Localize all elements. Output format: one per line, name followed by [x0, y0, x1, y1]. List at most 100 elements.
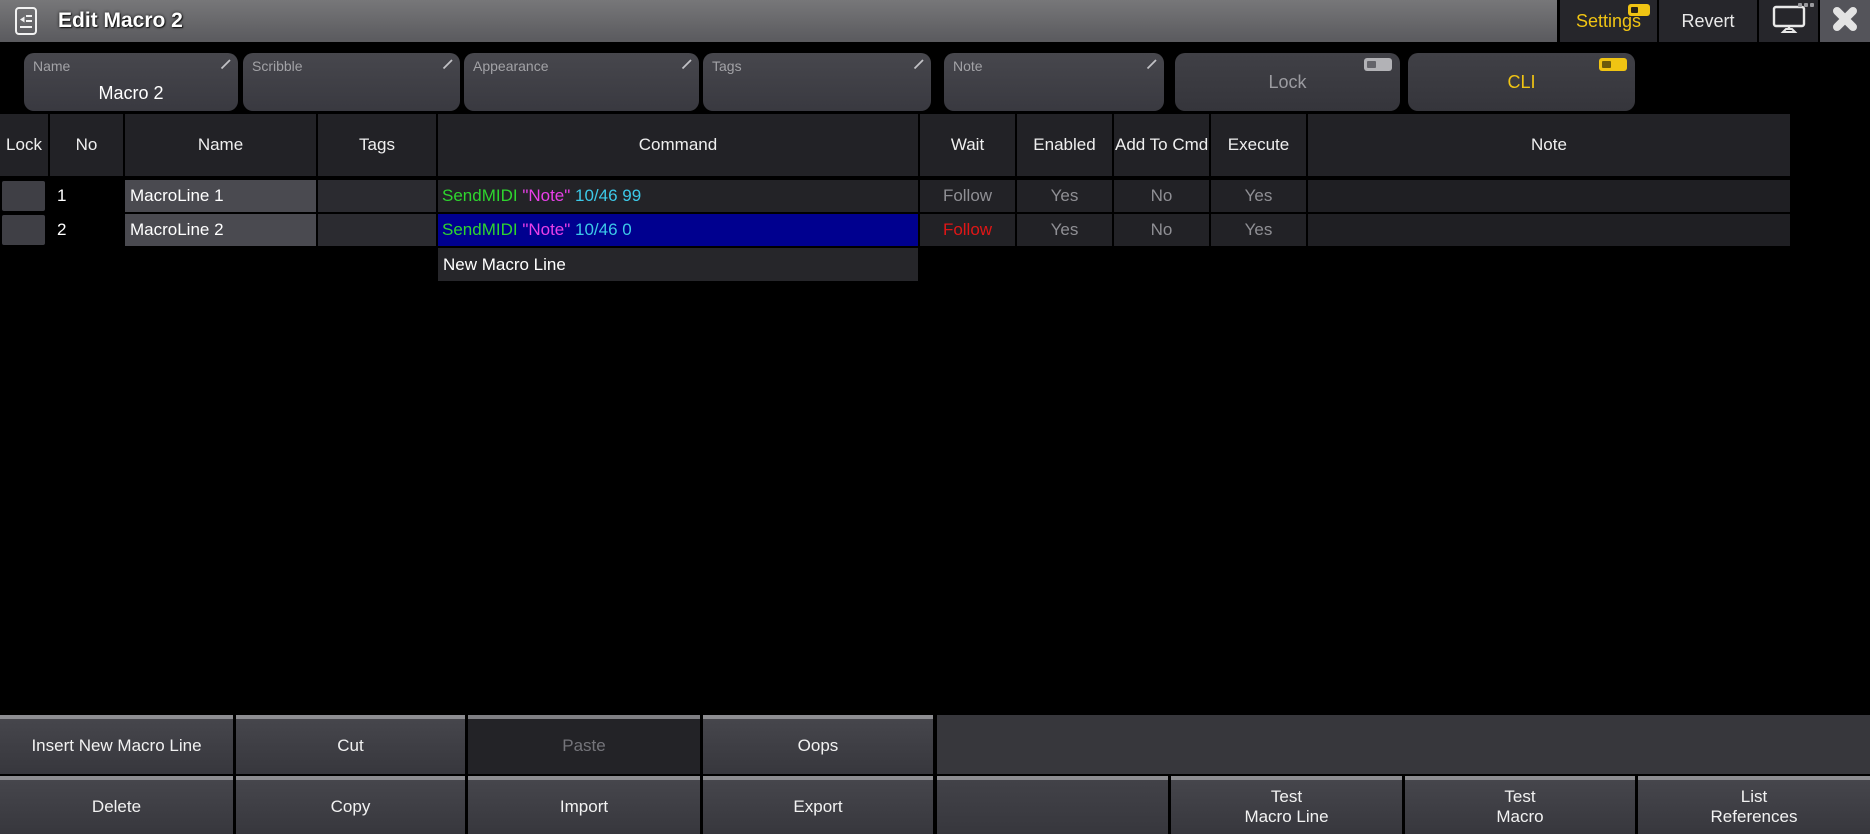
export-button[interactable]: Export [703, 776, 933, 834]
delete-label: Delete [92, 797, 141, 817]
titlebar: Edit Macro 2 Settings Revert [0, 0, 1870, 42]
row-number-cell[interactable]: 2 [50, 214, 125, 246]
row-tags-cell[interactable] [318, 214, 438, 246]
row-note-cell[interactable] [1308, 180, 1790, 212]
column-header-tags[interactable]: Tags [318, 114, 438, 176]
window-title: Edit Macro 2 [58, 9, 183, 33]
lock-toggle-button[interactable]: Lock [1175, 53, 1400, 111]
name-field-value: Macro 2 [24, 83, 238, 104]
table-header-row: Lock No Name Tags Command Wait Enabled A… [0, 114, 1790, 178]
row-lock-cell[interactable] [0, 214, 50, 246]
column-header-wait[interactable]: Wait [920, 114, 1017, 176]
tags-field[interactable]: Tags [703, 53, 931, 111]
close-icon [1831, 5, 1859, 38]
command-keyword: SendMIDI [442, 220, 522, 239]
column-header-add-to-cmd[interactable]: Add To Cmd [1114, 114, 1211, 176]
edit-macro-window: { "window": { "title": "Edit Macro 2" },… [0, 0, 1870, 834]
row-command-cell[interactable]: SendMIDI "Note" 10/46 99 [438, 180, 920, 212]
revert-button-label: Revert [1681, 11, 1734, 32]
row-execute-cell[interactable]: Yes [1211, 214, 1308, 246]
settings-toggle-indicator [1628, 4, 1650, 16]
cut-button[interactable]: Cut [236, 715, 465, 774]
titlebar-drag-area[interactable]: Edit Macro 2 [0, 0, 1557, 42]
monitor-icon [1770, 3, 1808, 40]
note-field[interactable]: Note [944, 53, 1164, 111]
command-string: "Note" [522, 186, 575, 205]
copy-label: Copy [331, 797, 371, 817]
export-label: Export [793, 797, 842, 817]
import-button[interactable]: Import [468, 776, 700, 834]
row-tags-cell[interactable] [318, 180, 438, 212]
column-header-note[interactable]: Note [1308, 114, 1790, 176]
edit-pencil-icon [1146, 57, 1158, 75]
test-macro-label: Test Macro [1496, 787, 1543, 828]
row-add-to-cmd-cell[interactable]: No [1114, 180, 1211, 212]
cli-toggle-indicator [1599, 58, 1627, 71]
column-header-name[interactable]: Name [125, 114, 318, 176]
name-field-label: Name [33, 58, 70, 74]
empty-panel [937, 715, 1870, 774]
copy-button[interactable]: Copy [236, 776, 465, 834]
row-name-cell[interactable]: MacroLine 1 [125, 180, 318, 212]
edit-pencil-icon [220, 57, 232, 75]
name-field[interactable]: Name Macro 2 [24, 53, 238, 111]
oops-button[interactable]: Oops [703, 715, 933, 774]
row-name-cell[interactable]: MacroLine 2 [125, 214, 318, 246]
list-references-label: List References [1711, 787, 1798, 828]
tags-field-label: Tags [712, 58, 742, 74]
column-header-no[interactable]: No [50, 114, 125, 176]
edit-pencil-icon [681, 57, 693, 75]
row-number-cell[interactable]: 1 [50, 180, 125, 212]
row-wait-cell[interactable]: Follow [920, 180, 1017, 212]
appearance-field-label: Appearance [473, 58, 549, 74]
new-macro-line-cell[interactable]: New Macro Line [438, 248, 920, 281]
command-string: "Note" [522, 220, 575, 239]
macro-line-row: 2 MacroLine 2 SendMIDI "Note" 10/46 0 Fo… [0, 214, 1790, 248]
row-execute-cell[interactable]: Yes [1211, 180, 1308, 212]
test-macro-line-button[interactable]: Test Macro Line [1171, 776, 1402, 834]
lock-toggle-indicator [1364, 58, 1392, 71]
row-note-cell[interactable] [1308, 214, 1790, 246]
import-label: Import [560, 797, 608, 817]
row-command-cell[interactable]: SendMIDI "Note" 10/46 0 [438, 214, 920, 246]
column-header-enabled[interactable]: Enabled [1017, 114, 1114, 176]
scribble-field[interactable]: Scribble [243, 53, 460, 111]
delete-button[interactable]: Delete [0, 776, 233, 834]
edit-pencil-icon [442, 57, 454, 75]
appearance-field[interactable]: Appearance [464, 53, 699, 111]
macro-document-icon [14, 6, 38, 36]
cut-label: Cut [337, 736, 363, 756]
insert-new-macro-line-label: Insert New Macro Line [31, 736, 201, 756]
row-enabled-cell[interactable]: Yes [1017, 214, 1114, 246]
column-header-lock[interactable]: Lock [0, 114, 50, 176]
more-dots-icon [1798, 3, 1814, 7]
settings-button[interactable]: Settings [1560, 0, 1657, 42]
insert-new-macro-line-button[interactable]: Insert New Macro Line [0, 715, 233, 774]
monitor-button[interactable] [1759, 0, 1818, 42]
scribble-field-label: Scribble [252, 58, 303, 74]
command-args: 10/46 0 [575, 220, 632, 239]
lock-toggle-label: Lock [1268, 72, 1306, 93]
command-keyword: SendMIDI [442, 186, 522, 205]
test-macro-line-label: Test Macro Line [1244, 787, 1328, 828]
close-button[interactable] [1820, 0, 1870, 42]
paste-button[interactable]: Paste [468, 715, 700, 774]
cli-toggle-label: CLI [1507, 72, 1535, 93]
edit-pencil-icon [913, 57, 925, 75]
row-wait-cell[interactable]: Follow [920, 214, 1017, 246]
list-references-button[interactable]: List References [1638, 776, 1870, 834]
row-lock-cell[interactable] [0, 180, 50, 212]
test-macro-button[interactable]: Test Macro [1405, 776, 1635, 834]
paste-label: Paste [562, 736, 605, 756]
column-header-execute[interactable]: Execute [1211, 114, 1308, 176]
macro-line-row: 1 MacroLine 1 SendMIDI "Note" 10/46 99 F… [0, 180, 1790, 214]
command-args: 10/46 99 [575, 186, 641, 205]
note-field-label: Note [953, 58, 983, 74]
column-header-command[interactable]: Command [438, 114, 920, 176]
revert-button[interactable]: Revert [1659, 0, 1757, 42]
blank-button-slot [937, 776, 1168, 834]
row-add-to-cmd-cell[interactable]: No [1114, 214, 1211, 246]
oops-label: Oops [798, 736, 839, 756]
row-enabled-cell[interactable]: Yes [1017, 180, 1114, 212]
cli-toggle-button[interactable]: CLI [1408, 53, 1635, 111]
